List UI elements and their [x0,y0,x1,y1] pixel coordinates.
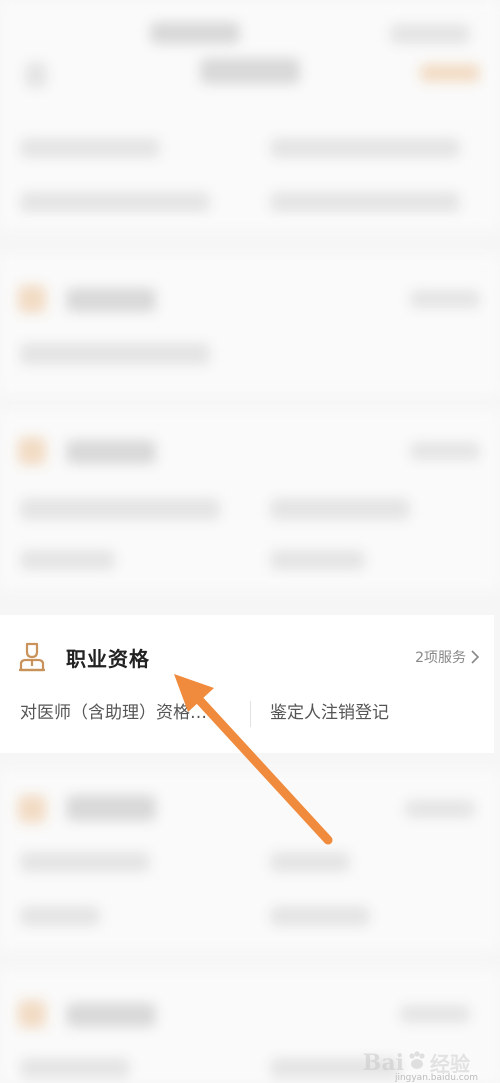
service-count-label: 2项服务 [415,650,466,666]
divider [250,701,251,727]
service-item-doctor-qualification[interactable]: 对医师（含助理）资格… [20,699,230,727]
card-header[interactable]: 职业资格 2项服务 [0,615,494,695]
service-item-appraiser-deregistration[interactable]: 鉴定人注销登记 [270,699,470,727]
service-count-link[interactable]: 2项服务 [415,647,480,667]
professional-qualification-card[interactable]: 职业资格 2项服务 对医师（含助理）资格… 鉴定人注销登记 [0,615,494,753]
paw-icon [406,1050,428,1076]
blurred-background [0,0,500,1083]
watermark-url: jingyan.baidu.com [394,1073,478,1083]
service-list: 对医师（含助理）资格… 鉴定人注销登记 [0,699,494,739]
card-title: 职业资格 [66,647,150,671]
chevron-right-icon [470,650,480,664]
watermark-brand: Bai [362,1049,404,1076]
person-badge-icon [18,641,46,673]
